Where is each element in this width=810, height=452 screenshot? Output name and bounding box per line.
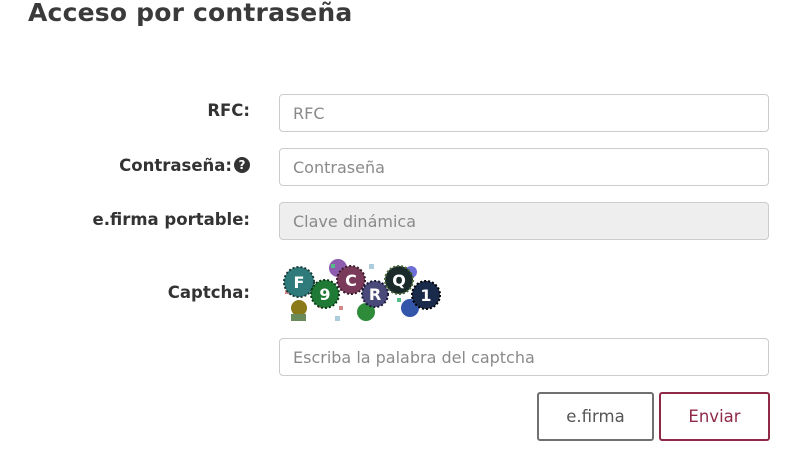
captcha-glyph: 9 xyxy=(319,285,330,304)
question-circle-icon[interactable]: ? xyxy=(234,157,250,173)
submit-button[interactable]: Enviar xyxy=(659,392,770,441)
captcha-label: Captcha: xyxy=(167,283,250,302)
password-input[interactable] xyxy=(279,148,769,186)
efirma-portable-label: e.firma portable: xyxy=(92,210,250,229)
login-page: Acceso por contraseña RFC: Contraseña:? … xyxy=(0,0,810,452)
captcha-glyph: R xyxy=(369,285,381,304)
captcha-glyph: Q xyxy=(392,271,406,290)
dynamic-key-input xyxy=(279,202,769,240)
captcha-glyph: 1 xyxy=(420,286,431,305)
rfc-input[interactable] xyxy=(279,94,769,132)
password-label-group: Contraseña:? xyxy=(119,156,250,175)
password-label: Contraseña: xyxy=(119,156,232,175)
captcha-glyph: F xyxy=(294,273,305,292)
captcha-image: F 9 C R Q 1 xyxy=(283,259,441,321)
captcha-glyph: C xyxy=(345,271,357,290)
page-title: Acceso por contraseña xyxy=(28,0,353,27)
efirma-button[interactable]: e.firma xyxy=(537,392,654,441)
captcha-input[interactable] xyxy=(279,338,769,376)
rfc-label: RFC: xyxy=(207,101,250,120)
